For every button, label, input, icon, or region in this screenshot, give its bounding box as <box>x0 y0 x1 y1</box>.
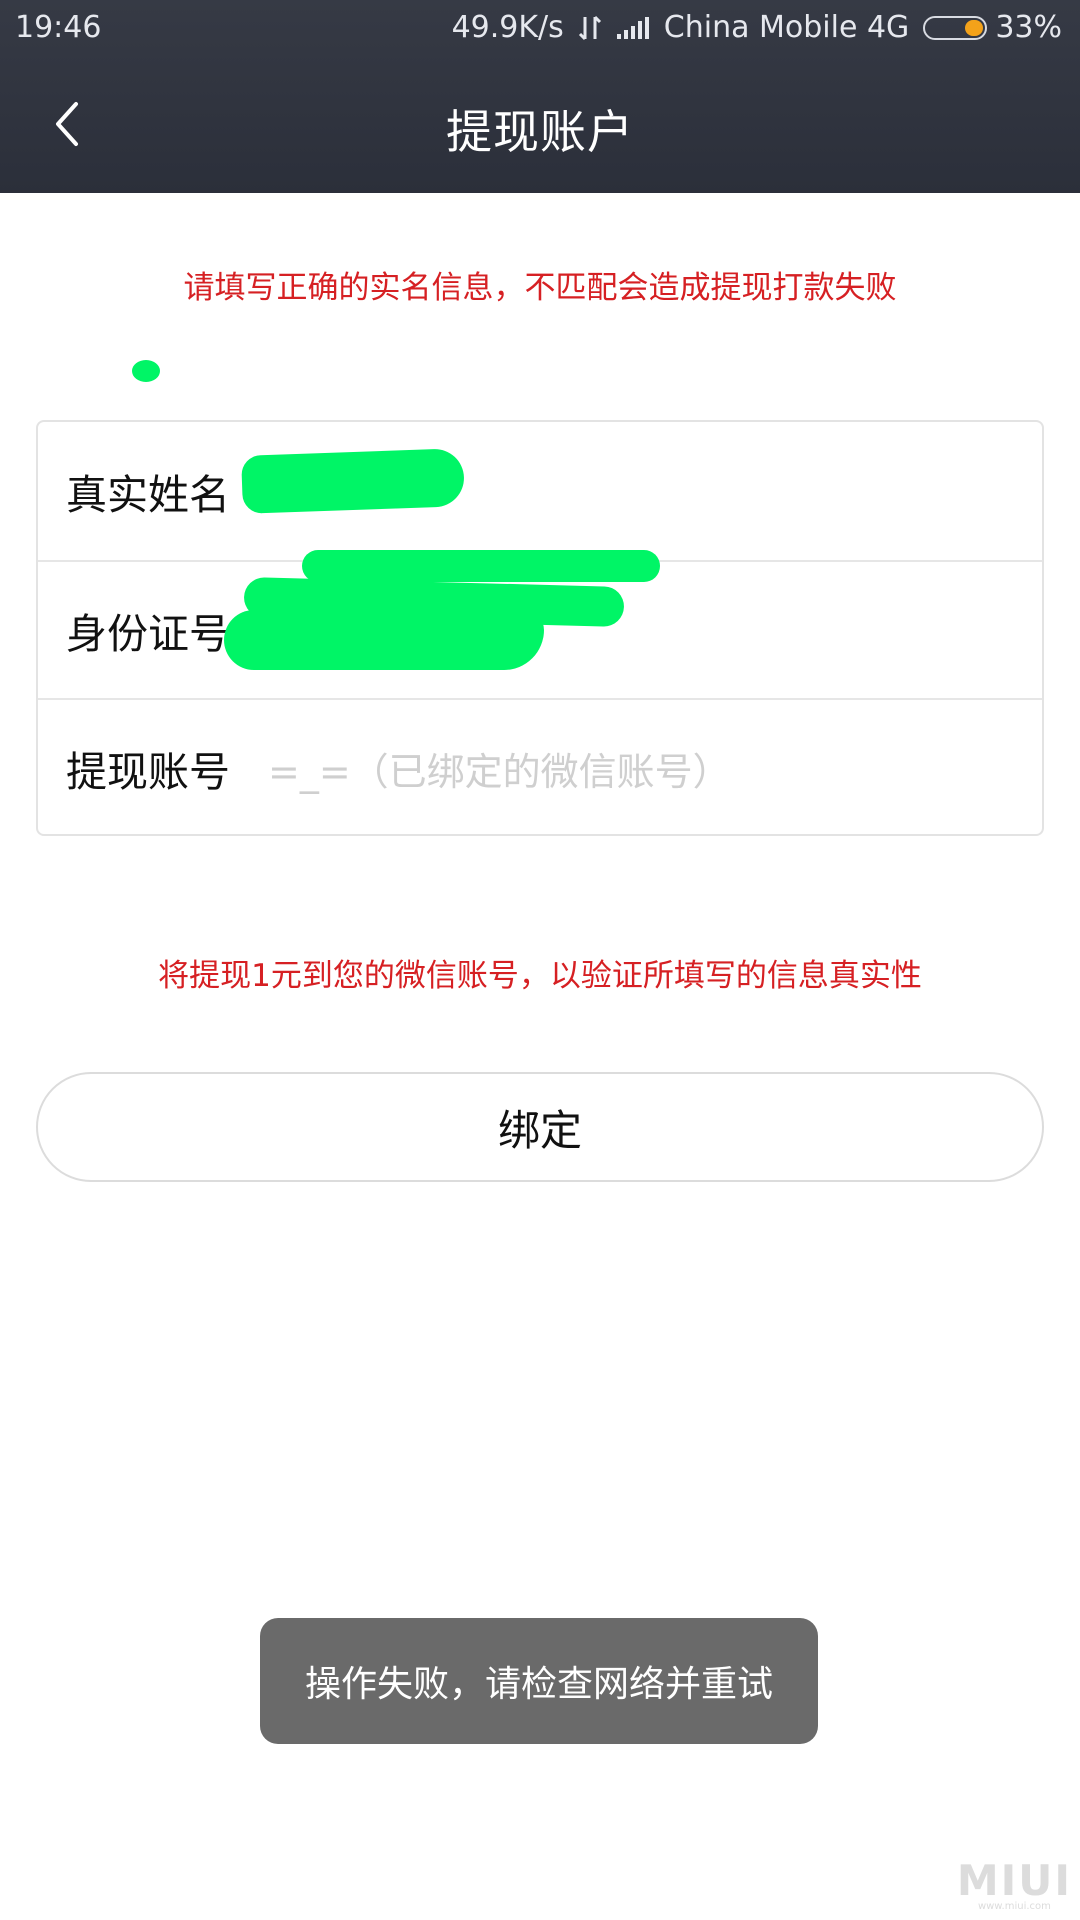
bind-button[interactable]: 绑定 <box>36 1072 1044 1182</box>
status-right: 49.9K/s China Mobile 4G 33% <box>452 10 1062 45</box>
watermark-text: MIUI <box>956 1856 1072 1905</box>
status-bar: 19:46 49.9K/s China Mobile 4G 33% <box>0 0 1080 56</box>
account-label: 提现账号 <box>66 748 230 796</box>
account-input[interactable]: =_=（已绑定的微信账号） <box>268 741 731 796</box>
redaction-mark <box>302 550 660 582</box>
realname-warning: 请填写正确的实名信息，不匹配会造成提现打款失败 <box>183 270 897 306</box>
form-row-account[interactable]: 提现账号 =_=（已绑定的微信账号） <box>38 698 1042 836</box>
miui-watermark: MIUI www.miui.com <box>957 1860 1072 1912</box>
battery-indicator: 33% <box>923 10 1062 45</box>
signal-icon <box>616 16 650 40</box>
idnumber-label: 身份证号 <box>66 610 230 658</box>
page-title: 提现账户 <box>446 105 634 159</box>
error-toast: 操作失败，请检查网络并重试 <box>260 1618 818 1744</box>
redaction-mark <box>224 610 544 670</box>
network-speed: 49.9K/s <box>451 10 564 45</box>
redaction-mark <box>241 448 465 514</box>
top-bar: 19:46 49.9K/s China Mobile 4G 33% 提现账户 <box>0 0 1080 193</box>
redaction-mark <box>132 360 160 382</box>
battery-percent: 33% <box>995 10 1062 45</box>
battery-fill <box>965 19 984 36</box>
carrier-name: China Mobile 4G <box>663 10 910 45</box>
battery-icon <box>923 15 988 40</box>
form-row-realname[interactable]: 真实姓名 <box>38 422 1042 560</box>
data-transfer-icon <box>578 14 602 42</box>
verification-notice: 将提现1元到您的微信账号，以验证所填写的信息真实性 <box>158 958 922 994</box>
header: 提现账户 <box>0 56 1080 193</box>
status-time: 19:46 <box>15 10 102 45</box>
realname-label: 真实姓名 <box>66 471 230 519</box>
